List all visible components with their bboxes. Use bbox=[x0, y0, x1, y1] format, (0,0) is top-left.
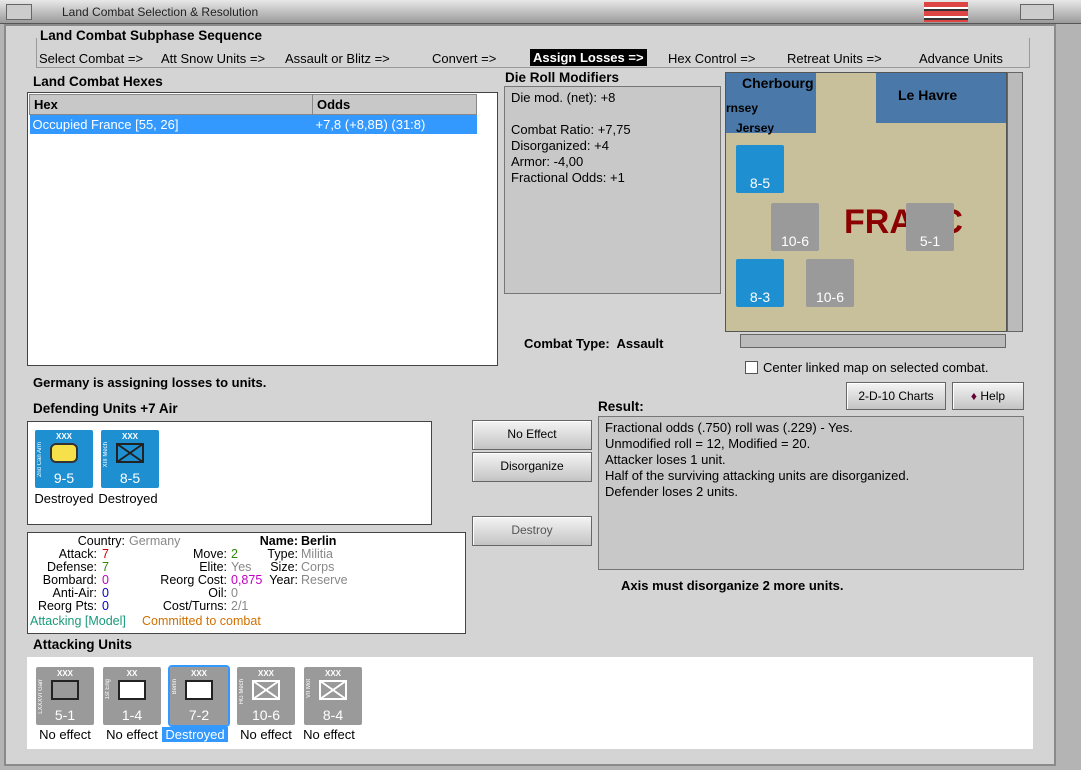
modifiers-panel: Die mod. (net): +8 Combat Ratio: +7,75 D… bbox=[504, 86, 721, 294]
charts-button[interactable]: 2-D-10 Charts bbox=[846, 382, 946, 410]
mech-infantry-icon bbox=[116, 443, 144, 463]
attacking-unit[interactable]: XXX HG Mech 10-6 bbox=[237, 667, 295, 725]
attacking-unit-status: Destroyed bbox=[162, 727, 228, 742]
info-reorg: 0 bbox=[102, 599, 109, 613]
defending-unit-status: Destroyed bbox=[98, 491, 158, 506]
motorized-infantry-icon bbox=[319, 680, 347, 700]
disorganize-button[interactable]: Disorganize bbox=[472, 452, 592, 482]
mod-net: Die mod. (net): +8 bbox=[511, 90, 616, 105]
defending-unit[interactable]: XXX XIII Mech 8-5 bbox=[101, 430, 159, 488]
status-text: Germany is assigning losses to units. bbox=[33, 375, 267, 390]
combat-type: Combat Type: Assault bbox=[524, 336, 664, 351]
mod-fractional: Fractional Odds: +1 bbox=[511, 170, 625, 185]
no-effect-button[interactable]: No Effect bbox=[472, 420, 592, 450]
map-label-guernsey: rnsey bbox=[726, 101, 759, 115]
map-counter[interactable]: 8-5 bbox=[736, 145, 784, 193]
attacking-unit[interactable]: XXX LXXXVI Garr 5-1 bbox=[36, 667, 94, 725]
info-committed: Committed to combat bbox=[142, 614, 261, 628]
map-counter[interactable]: 5-1 bbox=[906, 203, 954, 251]
mod-armor: Armor: -4,00 bbox=[511, 154, 584, 169]
result-line: Defender loses 2 units. bbox=[605, 484, 738, 499]
destroy-button[interactable]: Destroy bbox=[472, 516, 592, 546]
help-book-icon: ♦ bbox=[970, 389, 981, 403]
col-odds-header[interactable]: Odds bbox=[312, 94, 477, 115]
center-map-label: Center linked map on selected combat. bbox=[763, 360, 989, 375]
map-vertical-scrollbar[interactable] bbox=[1007, 72, 1023, 332]
info-cost: 2/1 bbox=[231, 599, 249, 613]
map-counter[interactable]: 10-6 bbox=[806, 259, 854, 307]
result-panel: Fractional odds (.750) roll was (.229) -… bbox=[598, 416, 1024, 570]
help-button[interactable]: ♦ Help bbox=[952, 382, 1024, 410]
seq-step-retreat: Retreat Units => bbox=[787, 51, 882, 66]
seq-step-select-combat: Select Combat => bbox=[39, 51, 144, 66]
seq-step-assault: Assault or Blitz => bbox=[285, 51, 390, 66]
info-attacking-model: Attacking [Model] bbox=[30, 614, 126, 628]
info-year-key: Year: bbox=[269, 573, 298, 587]
result-footer: Axis must disorganize 2 more units. bbox=[621, 578, 844, 593]
center-map-checkbox[interactable] bbox=[745, 361, 758, 374]
mod-ratio: Combat Ratio: +7,75 bbox=[511, 122, 631, 137]
hex-cell: Occupied France [55, 26] bbox=[29, 114, 313, 134]
map-label-cherbourg: Cherbourg bbox=[742, 75, 814, 91]
result-title: Result: bbox=[598, 399, 644, 414]
info-country: Germany bbox=[129, 534, 181, 548]
title-bar: Land Combat Selection & Resolution bbox=[0, 0, 1081, 24]
mod-disorg: Disorganized: +4 bbox=[511, 138, 609, 153]
hexes-list[interactable]: Hex Odds Occupied France [55, 26] +7,8 (+8… bbox=[27, 92, 498, 366]
result-line: Half of the surviving attacking units ar… bbox=[605, 468, 910, 483]
info-year: Reserve bbox=[301, 573, 348, 587]
mech-infantry-icon bbox=[252, 680, 280, 700]
info-cost-key: Cost/Turns: bbox=[162, 599, 227, 613]
hex-row[interactable]: Occupied France [55, 26] +7,8 (+8,8B) (31… bbox=[29, 114, 477, 134]
result-line: Attacker loses 1 unit. bbox=[605, 452, 726, 467]
col-hex-header[interactable]: Hex bbox=[29, 94, 313, 115]
modifiers-title: Die Roll Modifiers bbox=[505, 70, 620, 85]
window-title: Land Combat Selection & Resolution bbox=[62, 5, 259, 19]
map-counter[interactable]: 10-6 bbox=[771, 203, 819, 251]
system-menu-icon[interactable] bbox=[6, 4, 32, 20]
defending-title: Defending Units +7 Air bbox=[33, 401, 178, 416]
militia-icon bbox=[185, 680, 213, 700]
armor-icon bbox=[50, 443, 78, 463]
map-label-lehavre: Le Havre bbox=[898, 87, 958, 103]
engineer-icon bbox=[118, 680, 146, 700]
result-line: Fractional odds (.750) roll was (.229) -… bbox=[605, 420, 853, 435]
seq-step-att-snow: Att Snow Units => bbox=[161, 51, 266, 66]
odds-cell: +7,8 (+8,8B) (31:8) bbox=[312, 114, 477, 134]
seq-step-assign-losses: Assign Losses => bbox=[530, 49, 647, 66]
attacking-title: Attacking Units bbox=[33, 637, 133, 652]
map-horizontal-scrollbar[interactable] bbox=[740, 334, 1006, 348]
info-reorg-key: Reorg Pts: bbox=[37, 599, 97, 613]
seq-step-hex-control: Hex Control => bbox=[668, 51, 756, 66]
attacking-unit-selected[interactable]: XXX Berlin 7-2 bbox=[168, 665, 230, 727]
map-counter[interactable]: 8-3 bbox=[736, 259, 784, 307]
garrison-icon bbox=[51, 680, 79, 700]
hexes-title: Land Combat Hexes bbox=[33, 74, 163, 89]
map-label-jersey: Jersey bbox=[736, 121, 775, 135]
close-icon[interactable] bbox=[1020, 4, 1054, 20]
map-view[interactable]: Cherbourg Le Havre rnsey Jersey FRANC 8-… bbox=[725, 72, 1007, 332]
attacking-unit-status: No effect bbox=[106, 727, 158, 742]
german-flag-icon bbox=[924, 2, 968, 22]
attacking-unit-status: No effect bbox=[303, 727, 355, 742]
unit-info-panel: Country: Germany Attack: 7 Defense: 7 Bomba… bbox=[27, 532, 466, 634]
seq-step-convert: Convert => bbox=[432, 51, 497, 66]
attacking-unit[interactable]: XX 1st Eng 1-4 bbox=[103, 667, 161, 725]
defending-unit[interactable]: XXX 2nd Can Arm 9-5 bbox=[35, 430, 93, 488]
seq-step-advance: Advance Units bbox=[919, 51, 1003, 66]
result-line: Unmodified roll = 12, Modified = 20. bbox=[605, 436, 811, 451]
attacking-unit[interactable]: XXX VII Mot 8-4 bbox=[304, 667, 362, 725]
